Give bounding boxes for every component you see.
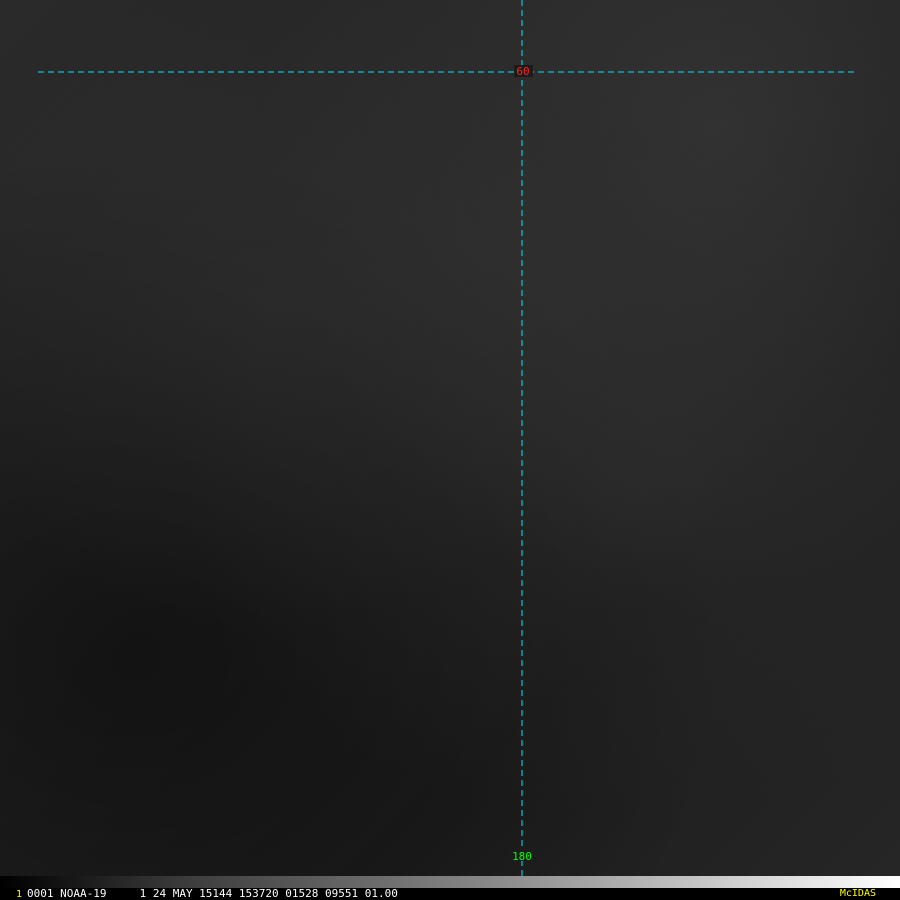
longitude-label: 180 bbox=[512, 850, 532, 863]
frame-number: 1 bbox=[16, 889, 23, 900]
latitude-label: 60 bbox=[516, 65, 529, 78]
info-text-row: 1 0001 NOAA-19 1 24 MAY 15144 153720 015… bbox=[0, 888, 900, 900]
software-label: McIDAS bbox=[839, 888, 876, 899]
image-metadata-text: 0001 NOAA-19 1 24 MAY 15144 153720 01528… bbox=[27, 887, 398, 900]
satellite-image-display: 60 180 1 0001 NOAA-19 1 24 MAY 15144 153… bbox=[0, 0, 900, 900]
map-grid-overlay: 60 180 bbox=[38, 0, 858, 876]
image-info-bar: 1 0001 NOAA-19 1 24 MAY 15144 153720 015… bbox=[0, 876, 900, 900]
